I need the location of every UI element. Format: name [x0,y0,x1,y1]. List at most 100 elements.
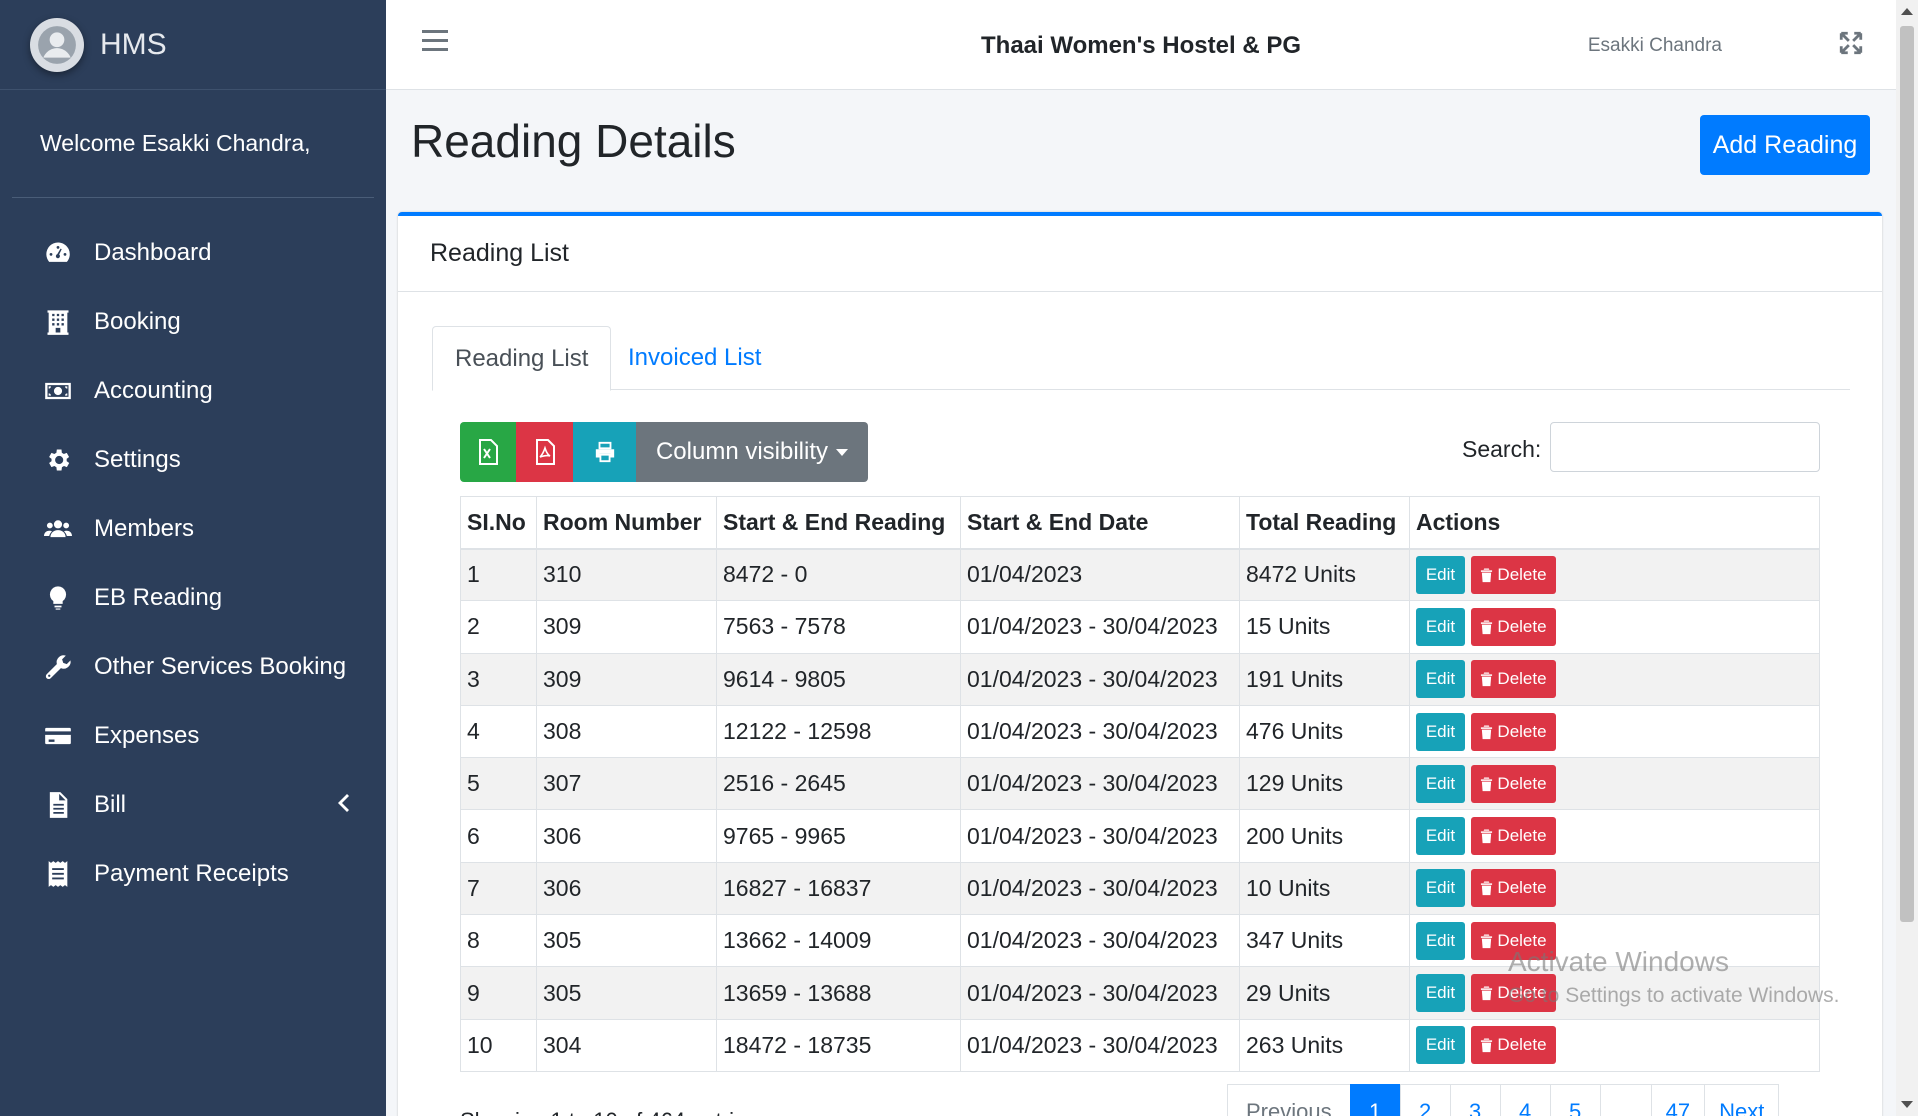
edit-button[interactable]: Edit [1416,764,1465,803]
edit-button[interactable]: Edit [1416,712,1465,751]
page-scrollbar[interactable] [1896,0,1918,1116]
cell-total-reading: 29 Units [1239,966,1410,1020]
column-header-total-reading[interactable]: Total Reading [1239,496,1410,550]
lightbulb-icon [42,584,74,612]
sidebar-item-members[interactable]: Members [0,494,386,563]
column-header-start-end-reading[interactable]: Start & End Reading [716,496,961,550]
delete-button[interactable]: Delete [1471,555,1556,594]
pagination-page-47[interactable]: 47 [1650,1084,1706,1116]
row-actions: Edit Delete [1416,869,1813,908]
edit-button[interactable]: Edit [1416,817,1465,856]
sidebar-item-label: Accounting [94,376,213,404]
delete-label: Delete [1497,669,1547,689]
sidebar-item-settings[interactable]: Settings [0,425,386,494]
export-excel-button[interactable] [460,422,516,482]
pagination-page-2[interactable]: 2 [1399,1084,1451,1116]
pagination-page-5[interactable]: 5 [1549,1084,1601,1116]
edit-button[interactable]: Edit [1416,660,1465,699]
table-row: 1 310 8472 - 0 01/04/2023 8472 Units Edit Dele… [460,547,1820,602]
delete-button[interactable]: Delete [1471,607,1556,646]
delete-label: Delete [1497,564,1547,584]
cell-si-no: 5 [460,757,537,811]
pagination: Previous 1 2 3 4 5 … 47 Next [1227,1084,1780,1116]
edit-button[interactable]: Edit [1416,555,1465,594]
trash-icon [1481,986,1493,1001]
column-header-si-no[interactable]: SI.No [460,496,537,550]
row-actions: Edit Delete [1416,817,1813,856]
pagination-page-1[interactable]: 1 [1349,1084,1401,1116]
tab-reading-list[interactable]: Reading List [432,326,612,391]
cell-room-number: 309 [536,600,717,654]
cell-start-end-reading: 13662 - 14009 [716,914,961,968]
trash-icon [1481,881,1493,896]
sidebar-item-expenses[interactable]: Expenses [0,701,386,770]
brand[interactable]: HMS [0,0,386,90]
cell-si-no: 1 [460,547,537,602]
chevron-left-icon[interactable] [336,792,350,816]
sidebar-item-other-services-booking[interactable]: Other Services Booking [0,632,386,701]
delete-label: Delete [1497,773,1547,793]
edit-button[interactable]: Edit [1416,607,1465,646]
trash-icon [1481,725,1493,739]
edit-button[interactable]: Edit [1416,921,1465,960]
delete-button[interactable]: Delete [1471,817,1556,856]
cell-si-no: 2 [460,600,537,654]
sidebar-item-booking[interactable]: Booking [0,287,386,356]
delete-button[interactable]: Delete [1471,712,1556,751]
cell-si-no: 3 [460,652,537,706]
wrench-icon [42,653,74,681]
table-header-row: SI.No Room Number Start & End Reading St… [460,496,1820,550]
export-pdf-button[interactable] [516,422,573,482]
sidebar-item-accounting[interactable]: Accounting [0,356,386,425]
delete-button[interactable]: Delete [1471,660,1556,699]
user-name[interactable]: Esakki Chandra [1588,35,1722,57]
add-reading-button[interactable]: Add Reading [1700,115,1870,175]
table-row: 8 305 13662 - 14009 01/04/2023 - 30/04/2023… [460,914,1820,968]
sidebar-item-bill[interactable]: Bill [0,770,386,839]
column-visibility-button[interactable]: Column visibility [636,422,868,482]
trash-icon [1481,934,1493,948]
cell-actions: Edit Delete [1409,704,1820,759]
delete-button[interactable]: Delete [1471,869,1556,908]
cell-start-end-date: 01/04/2023 - 30/04/2023 [960,652,1240,706]
cell-total-reading: 8472 Units [1239,547,1410,602]
delete-button[interactable]: Delete [1471,974,1556,1013]
delete-button[interactable]: Delete [1471,921,1556,960]
cell-actions: Edit Delete [1409,914,1820,968]
pagination-previous[interactable]: Previous [1227,1084,1351,1116]
search-input[interactable] [1550,422,1820,472]
row-actions: Edit Delete [1416,712,1813,751]
scroll-up-arrow-icon[interactable] [1901,8,1913,15]
sidebar-item-eb-reading[interactable]: EB Reading [0,563,386,632]
edit-button[interactable]: Edit [1416,1026,1465,1065]
print-button[interactable] [573,422,636,482]
receipt-icon [42,860,74,888]
cell-room-number: 305 [536,914,717,968]
sidebar-item-label: EB Reading [94,583,223,611]
column-header-room-number[interactable]: Room Number [536,496,717,550]
table-body: 1 310 8472 - 0 01/04/2023 8472 Units Edit Dele… [460,547,1820,1072]
edit-button[interactable]: Edit [1416,869,1465,908]
pagination-next[interactable]: Next [1704,1084,1780,1116]
table-row: 10 304 18472 - 18735 01/04/2023 - 30/04/202… [460,1018,1820,1072]
row-actions: Edit Delete [1416,607,1813,646]
tab-invoiced-list[interactable]: Invoiced List [606,326,783,390]
cell-si-no: 7 [460,861,537,916]
export-button-group: Column visibility [460,422,868,482]
cell-total-reading: 476 Units [1239,704,1410,759]
scroll-down-arrow-icon[interactable] [1901,1101,1913,1108]
pagination-page-4[interactable]: 4 [1499,1084,1551,1116]
fullscreen-icon[interactable] [1838,30,1864,56]
column-visibility-label: Column visibility [655,438,829,465]
column-header-start-end-date[interactable]: Start & End Date [960,496,1240,550]
table-row: 6 306 9765 - 9965 01/04/2023 - 30/04/2023 20… [460,809,1820,863]
sidebar-item-payment-receipts[interactable]: Payment Receipts [0,839,386,908]
row-actions: Edit Delete [1416,921,1813,960]
edit-button[interactable]: Edit [1416,974,1465,1013]
delete-button[interactable]: Delete [1471,1026,1556,1065]
sidebar-item-dashboard[interactable]: Dashboard [0,218,386,287]
sidebar-item-label: Booking [94,307,181,335]
delete-button[interactable]: Delete [1471,764,1556,803]
scroll-thumb[interactable] [1900,26,1914,922]
pagination-page-3[interactable]: 3 [1449,1084,1501,1116]
